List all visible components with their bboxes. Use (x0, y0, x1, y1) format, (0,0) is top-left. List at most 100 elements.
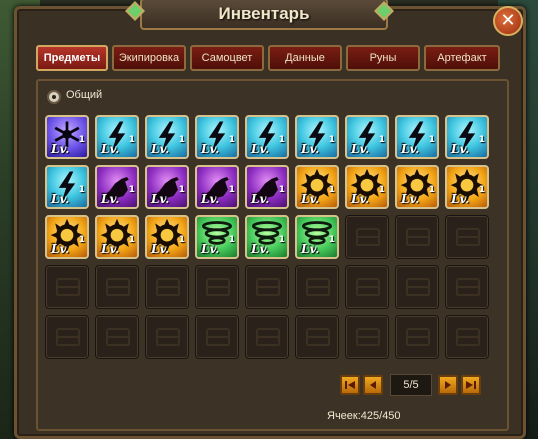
empty-slot[interactable] (45, 265, 89, 309)
item-level-value: 1 (228, 235, 235, 245)
empty-slot[interactable] (395, 265, 439, 309)
empty-slot[interactable] (95, 315, 139, 359)
inventory-item-lightning[interactable]: Lv. 1 (45, 165, 89, 209)
first-page-icon (345, 381, 355, 389)
inventory-item-whirl[interactable]: Lv. 1 (195, 215, 239, 259)
inventory-item-raven[interactable]: Lv. 1 (245, 165, 289, 209)
close-button[interactable]: ✕ (493, 6, 523, 36)
title-plate: Инвентарь (140, 0, 388, 30)
empty-slot[interactable] (295, 315, 339, 359)
empty-slot[interactable] (245, 315, 289, 359)
filter-radio[interactable] (47, 90, 61, 104)
inventory-item-raven[interactable]: Lv. 1 (95, 165, 139, 209)
item-level-value: 1 (378, 135, 385, 145)
empty-slot[interactable] (395, 315, 439, 359)
inventory-item-sun[interactable]: Lv. 1 (345, 165, 389, 209)
empty-slot[interactable] (95, 265, 139, 309)
chest-icon (456, 228, 480, 246)
first-page-button[interactable] (340, 375, 360, 395)
inventory-item-lightning[interactable]: Lv. 1 (295, 115, 339, 159)
empty-slot[interactable] (245, 265, 289, 309)
prev-page-button[interactable] (363, 375, 383, 395)
item-level-label: Lv. (251, 192, 270, 206)
empty-slot[interactable] (445, 315, 489, 359)
item-level-value: 1 (228, 135, 235, 145)
tab-label: Предметы (43, 52, 101, 64)
chest-icon (156, 278, 180, 296)
item-level-value: 1 (278, 235, 285, 245)
filter-label: Общий (66, 89, 103, 101)
item-level-label: Lv. (251, 142, 270, 156)
cells-counter: Ячеек:425/450 (327, 410, 401, 422)
empty-slot[interactable] (445, 215, 489, 259)
inventory-item-lightning[interactable]: Lv. 1 (195, 115, 239, 159)
empty-slot[interactable] (345, 265, 389, 309)
empty-slot[interactable] (145, 315, 189, 359)
empty-slot[interactable] (345, 215, 389, 259)
chest-icon (106, 278, 130, 296)
inventory-item-sun[interactable]: Lv. 1 (295, 165, 339, 209)
item-level-label: Lv. (301, 142, 320, 156)
tab-items[interactable]: Предметы (36, 45, 108, 71)
item-level-label: Lv. (401, 142, 420, 156)
item-level-value: 1 (78, 135, 85, 145)
chest-icon (256, 328, 280, 346)
item-level-label: Lv. (151, 192, 170, 206)
tab-artifact[interactable]: Артефакт (424, 45, 500, 71)
item-level-label: Lv. (201, 242, 220, 256)
tab-runes[interactable]: Руны (346, 45, 420, 71)
inventory-item-lightning[interactable]: Lv. 1 (445, 115, 489, 159)
inventory-item-raven[interactable]: Lv. 1 (145, 165, 189, 209)
next-page-button[interactable] (438, 375, 458, 395)
empty-slot[interactable] (345, 315, 389, 359)
inventory-item-lightning[interactable]: Lv. 1 (245, 115, 289, 159)
inventory-item-sun[interactable]: Lv. 1 (145, 215, 189, 259)
item-level-value: 1 (278, 135, 285, 145)
item-level-label: Lv. (51, 142, 70, 156)
item-level-label: Lv. (51, 192, 70, 206)
item-level-value: 1 (128, 135, 135, 145)
inventory-item-sun[interactable]: Lv. 1 (445, 165, 489, 209)
item-level-label: Lv. (201, 192, 220, 206)
item-level-value: 1 (328, 135, 335, 145)
window-title: Инвентарь (218, 4, 310, 23)
item-level-value: 1 (478, 185, 485, 195)
inventory-item-whirl[interactable]: Lv. 1 (245, 215, 289, 259)
item-level-label: Lv. (301, 192, 320, 206)
inventory-item-sun[interactable]: Lv. 1 (45, 215, 89, 259)
close-icon: ✕ (500, 10, 516, 31)
empty-slot[interactable] (445, 265, 489, 309)
tab-data[interactable]: Данные (268, 45, 342, 71)
item-level-value: 1 (128, 235, 135, 245)
radio-selected-dot (52, 95, 56, 99)
item-level-label: Lv. (301, 242, 320, 256)
item-level-label: Lv. (101, 192, 120, 206)
inventory-item-frost[interactable]: Lv. 1 (45, 115, 89, 159)
inventory-item-whirl[interactable]: Lv. 1 (295, 215, 339, 259)
last-page-button[interactable] (461, 375, 481, 395)
empty-slot[interactable] (295, 265, 339, 309)
empty-slot[interactable] (195, 315, 239, 359)
inventory-item-lightning[interactable]: Lv. 1 (145, 115, 189, 159)
item-level-label: Lv. (251, 242, 270, 256)
chest-icon (306, 278, 330, 296)
empty-slot[interactable] (45, 315, 89, 359)
empty-slot[interactable] (395, 215, 439, 259)
item-level-label: Lv. (101, 242, 120, 256)
inventory-item-sun[interactable]: Lv. 1 (395, 165, 439, 209)
inventory-item-sun[interactable]: Lv. 1 (95, 215, 139, 259)
inventory-item-lightning[interactable]: Lv. 1 (395, 115, 439, 159)
tab-equipment[interactable]: Экипировка (112, 45, 186, 71)
inventory-item-lightning[interactable]: Lv. 1 (345, 115, 389, 159)
inventory-item-lightning[interactable]: Lv. 1 (95, 115, 139, 159)
tab-label: Руны (369, 52, 397, 64)
empty-slot[interactable] (195, 265, 239, 309)
tab-label: Самоцвет (201, 52, 253, 64)
tab-gems[interactable]: Самоцвет (190, 45, 264, 71)
empty-slot[interactable] (145, 265, 189, 309)
item-level-value: 1 (428, 185, 435, 195)
inventory-item-raven[interactable]: Lv. 1 (195, 165, 239, 209)
chest-icon (406, 278, 430, 296)
item-level-value: 1 (178, 135, 185, 145)
chest-icon (406, 328, 430, 346)
